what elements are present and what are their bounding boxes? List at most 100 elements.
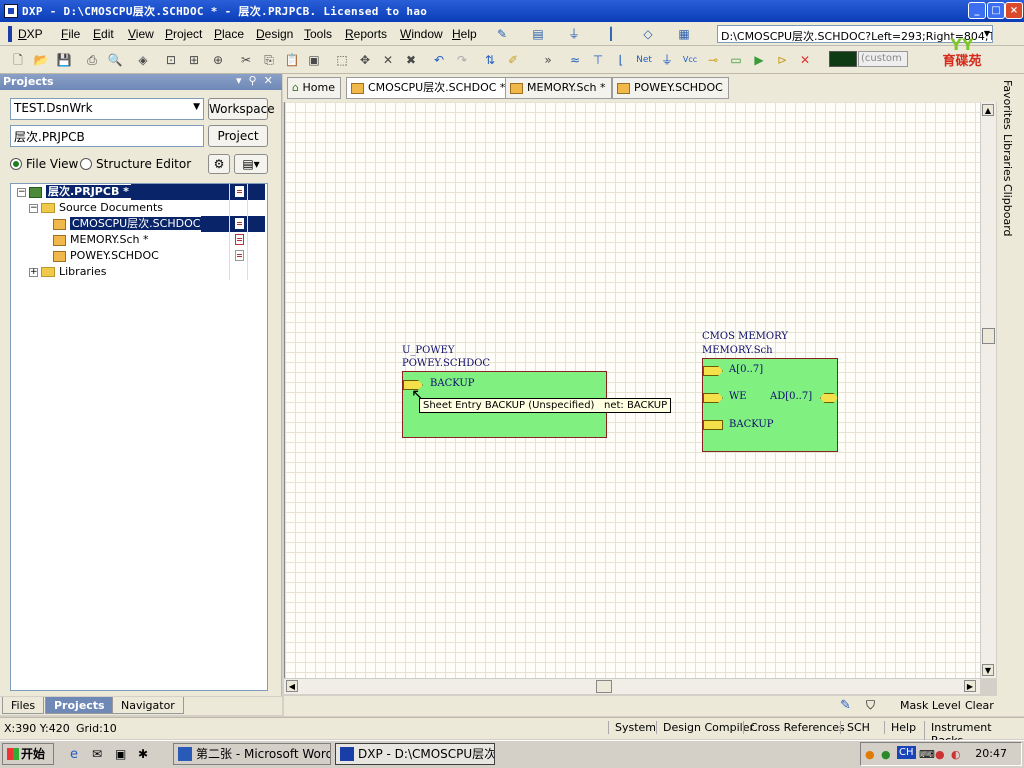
scroll-down-icon[interactable]: ▼ <box>982 664 994 676</box>
scroll-up-icon[interactable]: ▲ <box>982 104 994 116</box>
sheet-entry-icon[interactable]: ▶ <box>751 52 767 68</box>
zoom-selected-icon[interactable]: ⊕ <box>210 52 226 68</box>
zoom-fit-icon[interactable]: ⊡ <box>163 52 179 68</box>
deselect-icon[interactable]: ✕ <box>380 52 396 68</box>
menu-reports[interactable]: Reports <box>345 27 387 41</box>
tree-item-doc[interactable]: CMOSCPU层次.SCHDOC * <box>53 216 212 232</box>
grid-tool-icon[interactable]: ▦ <box>676 26 692 42</box>
scroll-thumb[interactable] <box>982 328 995 344</box>
vcc-port-icon[interactable]: Vcc <box>682 52 698 68</box>
project-field[interactable]: 层次.PRJPCB <box>10 125 204 147</box>
no-erc-icon[interactable]: ✕ <box>797 52 813 68</box>
print-preview-icon[interactable]: 🔍 <box>107 52 123 68</box>
help-button[interactable]: Help <box>884 721 916 734</box>
menu-edit[interactable]: Edit <box>93 27 114 41</box>
toolbar-overflow-icon[interactable]: » <box>540 52 556 68</box>
mask-level-button[interactable]: Mask Level <box>900 699 961 712</box>
horizontal-scrollbar[interactable]: ◀ ▶ <box>284 678 980 694</box>
tab-libraries[interactable]: Libraries <box>1001 134 1014 182</box>
sheet-symbol-icon[interactable]: ▭ <box>728 52 744 68</box>
tray-volume-icon[interactable]: ◐ <box>951 748 961 761</box>
color-swatch[interactable] <box>829 51 857 67</box>
tab-clipboard[interactable]: Clipboard <box>1001 184 1014 237</box>
tab-favorites[interactable]: Favorites <box>1001 80 1014 130</box>
scroll-right-icon[interactable]: ▶ <box>964 680 976 692</box>
sheet-filename[interactable]: POWEY.SCHDOC <box>402 358 490 369</box>
clear-filter-icon[interactable]: ✖ <box>403 52 419 68</box>
menu-design[interactable]: Design <box>256 27 293 41</box>
collapse-icon[interactable]: − <box>17 188 26 197</box>
move-icon[interactable]: ✥ <box>357 52 373 68</box>
new-file-icon[interactable]: 🗋 <box>10 52 26 68</box>
tray-keyboard-icon[interactable]: ⌨ <box>919 748 935 761</box>
tray-media-icon[interactable]: ● <box>935 748 945 761</box>
maximize-button[interactable]: □ <box>987 2 1005 19</box>
place-wire-icon[interactable]: ≈ <box>567 52 583 68</box>
tab-projects[interactable]: Projects <box>45 697 114 714</box>
ground-tool-icon[interactable]: ⏚ <box>566 26 582 42</box>
tab-cmoscpu[interactable]: CMOSCPU层次.SCHDOC * <box>346 77 512 99</box>
tab-home[interactable]: ⌂ Home <box>287 77 341 99</box>
design-compiler-button[interactable]: Design Compiler <box>656 721 754 734</box>
undo-icon[interactable]: ↶ <box>431 52 447 68</box>
sheet-designator[interactable]: U_POWEY <box>402 345 455 356</box>
layers-icon[interactable]: ◈ <box>135 52 151 68</box>
filter-icon[interactable]: ⛉ <box>866 698 875 713</box>
menu-tools[interactable]: Tools <box>304 27 332 41</box>
tab-powey[interactable]: POWEY.SCHDOC <box>612 77 729 99</box>
tab-navigator[interactable]: Navigator <box>112 697 184 714</box>
menu-project[interactable]: Project <box>165 27 202 41</box>
rubber-stamp-icon[interactable]: ▣ <box>306 52 322 68</box>
system-button[interactable]: System <box>608 721 656 734</box>
task-word[interactable]: 第二张 - Microsoft Word <box>173 743 331 765</box>
minimize-button[interactable]: _ <box>968 2 986 19</box>
sheet-entry-port[interactable] <box>703 420 723 430</box>
outlook-icon[interactable]: ✉ <box>92 747 102 761</box>
sheet-designator[interactable]: CMOS MEMORY <box>702 331 788 342</box>
menu-help[interactable]: Help <box>452 27 477 41</box>
hierarchy-icon[interactable]: ⇅ <box>482 52 498 68</box>
expand-icon[interactable]: + <box>29 268 38 277</box>
sch-button[interactable]: SCH <box>840 721 870 734</box>
close-button[interactable]: × <box>1005 2 1023 19</box>
wire-tool-icon[interactable]: ✎ <box>494 26 510 42</box>
desktop-icon[interactable]: ▣ <box>115 747 126 761</box>
tray-language[interactable]: CH <box>897 746 916 759</box>
clear-button[interactable]: Clear <box>965 699 994 712</box>
power-tool-icon[interactable]: ┃ <box>603 26 619 42</box>
gnd-port-icon[interactable]: ⏚ <box>659 52 675 68</box>
print-icon[interactable]: ⎙ <box>84 52 100 68</box>
chevron-down-icon[interactable]: ▼ <box>193 102 200 112</box>
menu-view[interactable]: View <box>128 27 154 41</box>
task-dxp[interactable]: DXP - D:\CMOSCPU层次.... <box>335 743 495 765</box>
tab-memory[interactable]: MEMORY.Sch * <box>505 77 612 99</box>
highlight-pen-icon[interactable]: ✎ <box>840 698 851 713</box>
tray-network-icon[interactable]: ● <box>881 748 891 761</box>
zoom-area-icon[interactable]: ⊞ <box>186 52 202 68</box>
tree-item-source-documents[interactable]: Source Documents <box>41 200 163 216</box>
panel-close-icon[interactable]: ✕ <box>264 74 273 87</box>
workspace-button[interactable]: Workspace <box>208 98 275 120</box>
panel-menu-icon[interactable]: ▾ <box>236 74 242 87</box>
copy-icon[interactable]: ⎘ <box>261 52 277 68</box>
structure-editor-radio[interactable] <box>80 158 92 170</box>
place-bus-icon[interactable]: ⊤ <box>590 52 606 68</box>
bus-tool-icon[interactable]: ▤ <box>530 26 546 42</box>
port-icon[interactable]: ⊳ <box>774 52 790 68</box>
collapse-icon[interactable]: − <box>29 204 38 213</box>
project-button[interactable]: Project <box>208 125 268 147</box>
vertical-scrollbar[interactable]: ▲ ▼ <box>980 102 996 678</box>
cross-references-button[interactable]: Cross References <box>743 721 845 734</box>
redo-icon[interactable]: ↷ <box>454 52 470 68</box>
scroll-left-icon[interactable]: ◀ <box>286 680 298 692</box>
menu-file[interactable]: File <box>61 27 80 41</box>
menu-dxp[interactable]: DXP <box>18 27 43 41</box>
bus-entry-icon[interactable]: ⌊ <box>613 52 629 68</box>
net-label-icon[interactable]: Net <box>636 52 652 68</box>
select-area-icon[interactable]: ⬚ <box>334 52 350 68</box>
tree-item-libraries[interactable]: Libraries <box>41 264 107 280</box>
file-view-radio[interactable] <box>10 158 22 170</box>
color-combo[interactable]: (custom <box>858 51 908 67</box>
app-icon[interactable] <box>4 4 18 18</box>
sheet-symbol-memory[interactable] <box>702 358 838 452</box>
